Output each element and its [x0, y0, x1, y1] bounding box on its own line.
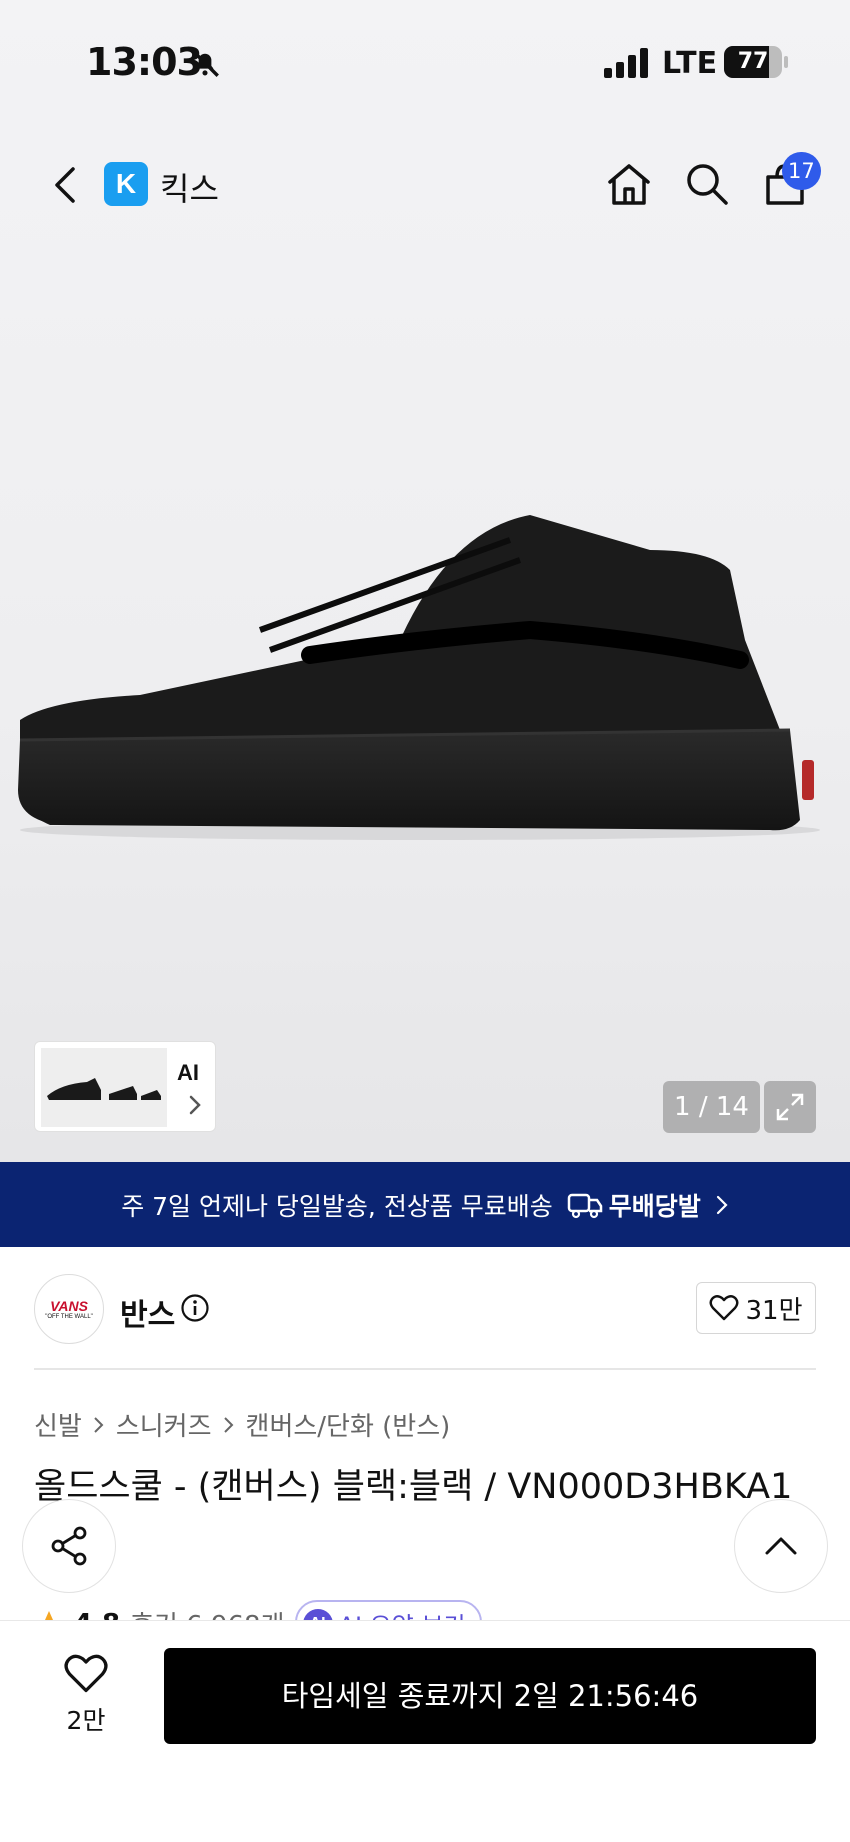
- scroll-top-button[interactable]: [734, 1499, 828, 1593]
- promo-brand: 무배당발: [567, 1187, 701, 1223]
- bottom-action-bar: 2만 타임세일 종료까지 2일 21:56:46: [0, 1620, 850, 1842]
- shipping-promo-banner[interactable]: 주 7일 언제나 당일발송, 전상품 무료배송 무배당발: [0, 1162, 850, 1247]
- brand-name[interactable]: 반스: [120, 1290, 175, 1334]
- chevron-right-icon: [223, 1416, 233, 1433]
- time-sale-button[interactable]: 타임세일 종료까지 2일 21:56:46: [164, 1648, 816, 1744]
- brand-logo[interactable]: VANS "OFF THE WALL": [34, 1274, 104, 1344]
- breadcrumb-item[interactable]: 신발: [34, 1406, 82, 1443]
- promo-text: 주 7일 언제나 당일발송, 전상품 무료배송: [121, 1191, 553, 1221]
- delivery-truck-icon: [567, 1193, 603, 1218]
- search-button[interactable]: [682, 154, 732, 214]
- cart-badge: 17: [782, 152, 821, 190]
- back-button[interactable]: [44, 160, 84, 210]
- store-logo[interactable]: K: [104, 162, 148, 206]
- top-nav: K 킥스: [0, 150, 850, 220]
- breadcrumb-item[interactable]: 스니커즈: [116, 1406, 212, 1443]
- chevron-right-icon: [189, 1095, 201, 1115]
- brand-logo-tagline: "OFF THE WALL": [45, 1314, 93, 1320]
- expand-button[interactable]: [764, 1081, 816, 1133]
- battery-icon: 77: [724, 46, 782, 78]
- home-button[interactable]: [604, 154, 654, 214]
- info-icon[interactable]: [180, 1293, 210, 1323]
- chevron-up-icon: [765, 1537, 797, 1555]
- home-icon: [608, 164, 650, 205]
- brand-logo-text: VANS: [50, 1298, 88, 1314]
- bell-off-icon: [191, 49, 219, 77]
- chevron-left-icon: [55, 167, 75, 203]
- ai-thumbnail-button[interactable]: AI: [34, 1041, 216, 1132]
- wishlist-count: 2만: [66, 1706, 106, 1735]
- promo-brand-label: 무배당발: [608, 1191, 701, 1221]
- ai-label: AI: [177, 1060, 199, 1085]
- product-image: [18, 515, 820, 840]
- store-name[interactable]: 킥스: [160, 164, 219, 210]
- thumbnail-image: [41, 1048, 167, 1127]
- breadcrumb: 신발 스니커즈 캔버스/단화 (반스): [34, 1406, 450, 1443]
- chevron-right-icon: [716, 1195, 728, 1214]
- chevron-right-icon: [94, 1416, 104, 1433]
- battery-level: 77: [737, 49, 769, 74]
- brand-like-count: 31만: [745, 1295, 803, 1326]
- heart-icon: [710, 1295, 739, 1321]
- divider: [34, 1368, 816, 1370]
- breadcrumb-item[interactable]: 캔버스/단화 (반스): [246, 1406, 451, 1443]
- image-counter: 1 / 14: [663, 1081, 760, 1133]
- search-icon: [687, 164, 728, 205]
- expand-icon: [776, 1093, 804, 1121]
- status-bar: 13:03 LTE 77: [0, 0, 850, 130]
- share-button[interactable]: [22, 1499, 116, 1593]
- wishlist-button[interactable]: 2만: [50, 1653, 122, 1753]
- product-title: 올드스쿨 - (캔버스) 블랙:블랙 / VN000D3HBKA1: [34, 1467, 793, 1507]
- network-type: LTE: [662, 46, 718, 81]
- signal-icon: [604, 48, 648, 78]
- status-time: 13:03: [86, 40, 203, 84]
- share-icon: [51, 1526, 87, 1566]
- brand-logo-mark: VANS "OFF THE WALL": [45, 1298, 93, 1320]
- brand-like-button[interactable]: 31만: [696, 1282, 816, 1334]
- battery-cap: [784, 56, 788, 68]
- heart-icon: [64, 1654, 108, 1693]
